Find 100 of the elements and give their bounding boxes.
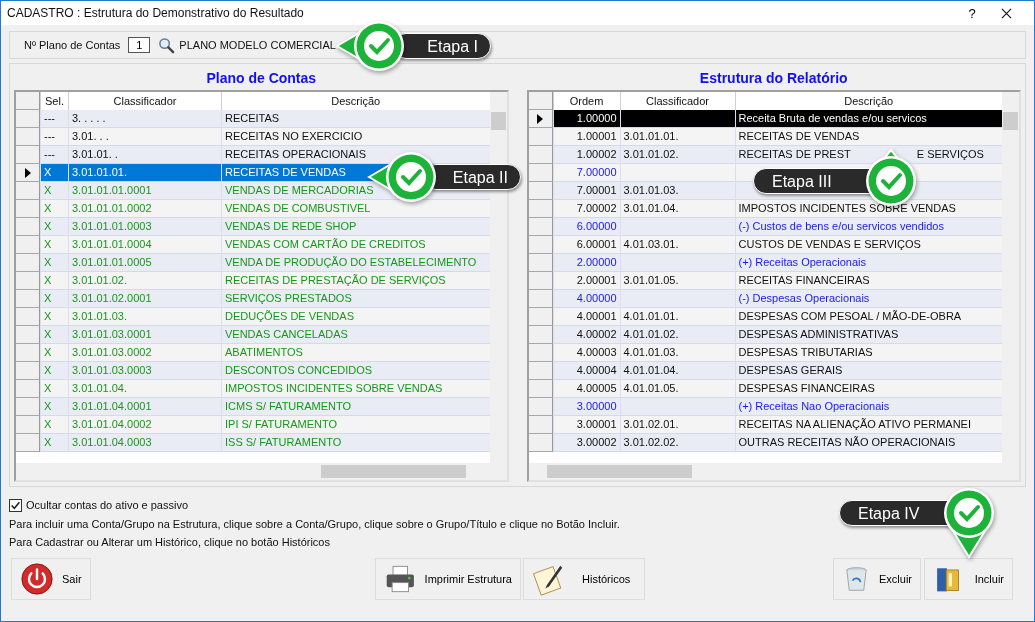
table-cell: DESPESAS COM PESOAL / MÃO-DE-OBRA xyxy=(734,308,1002,326)
table-cell: DESCONTOS CONCEDIDOS xyxy=(221,362,490,380)
table-cell: 4.00000 xyxy=(552,290,620,308)
table-cell: 3.01.01.02. xyxy=(68,272,221,290)
delete-button[interactable]: Excluir xyxy=(833,558,921,600)
table-cell: 2.00000 xyxy=(552,254,620,272)
close-icon[interactable] xyxy=(1001,7,1012,19)
table-cell: X xyxy=(40,434,68,452)
table-cell: 3.01.01.03. xyxy=(619,182,735,200)
table-cell: 3.01.02.02. xyxy=(619,434,735,452)
table-cell: VENDAS DE COMBUSTIVEL xyxy=(221,200,490,218)
table-cell: 3.01.01.03.0003 xyxy=(68,362,221,380)
print-button[interactable]: Imprimir Estrutura xyxy=(375,558,521,600)
table-cell: ISS S/ FATURAMENTO xyxy=(221,434,490,452)
table-cell: (-) Custos de bens e/ou servicos vendidos xyxy=(734,218,1002,236)
table-cell: X xyxy=(40,362,68,380)
table-cell: DESPESAS GERAIS xyxy=(734,362,1002,380)
table-cell: 3.00002 xyxy=(552,434,620,452)
table-cell: VENDAS CANCELADAS xyxy=(221,326,490,344)
check-icon xyxy=(10,499,21,511)
table-cell: 3.00001 xyxy=(552,416,620,434)
table-cell: 4.01.01.02. xyxy=(619,326,735,344)
table-cell: 3.01.01.04.0002 xyxy=(68,416,221,434)
plan-name: PLANO MODELO COMERCIAL xyxy=(179,39,336,51)
table-cell: 3.01.02.01. xyxy=(619,416,735,434)
table-cell: 1.00001 xyxy=(552,128,620,146)
table-cell: DESPESAS ADMINISTRATIVAS xyxy=(734,326,1002,344)
table-cell: 3.01.01.01. xyxy=(68,164,221,182)
search-icon[interactable] xyxy=(158,36,176,54)
help-text: Para incluir uma Conta/Grupo na Estrutura, clique sobre a Conta/Grupo, clique sobre o Grupo/Título e clique no Botão Incluir. xyxy=(9,517,621,531)
table-cell: 4.01.01.04. xyxy=(619,362,735,380)
table-cell: X xyxy=(40,416,68,434)
table-cell: 4.01.01.05. xyxy=(619,380,735,398)
table-cell: DEDUÇÕES DE VENDAS xyxy=(221,308,490,326)
table-cell: X xyxy=(40,344,68,362)
table-cell: ABATIMENTOS xyxy=(221,344,490,362)
table-cell: 7.00000 xyxy=(552,164,620,182)
add-button[interactable]: Incluir xyxy=(924,558,1013,600)
row-selector[interactable] xyxy=(528,110,553,128)
table-cell: 3.01.01.01. xyxy=(619,128,735,146)
table-cell: RECEITAS DE VENDAS xyxy=(734,128,1002,146)
window-title: CADASTRO : Estrutura do Demonstrativo do Resultado xyxy=(7,6,305,20)
table-cell: RECEITAS DE PRESTAÇÃO DE SERVIÇOS xyxy=(221,272,490,290)
table-cell: --- xyxy=(40,128,68,146)
table-cell: 1.00000 xyxy=(552,110,620,128)
horizontal-scrollbar[interactable] xyxy=(528,463,1019,480)
table-cell: 3.01.01.04. xyxy=(619,200,735,218)
history-button[interactable]: Históricos xyxy=(523,558,645,600)
table-cell: RECEITAS NA ALIENAÇÃO ATIVO PERMANEI xyxy=(734,416,1002,434)
table-cell: (+) Receitas Operacionais xyxy=(734,254,1002,272)
row-selector[interactable] xyxy=(16,164,40,182)
table-cell: 3.01.01.03. xyxy=(68,308,221,326)
table-cell: X xyxy=(40,326,68,344)
table-cell: VENDAS COM CARTÃO DE CREDITOS xyxy=(221,236,490,254)
table-cell: 3.01.01.04. xyxy=(68,380,221,398)
exit-button[interactable]: Sair xyxy=(11,558,91,600)
vertical-scrollbar[interactable] xyxy=(1002,92,1019,463)
cell-text: RECEITAS DE PREST xyxy=(738,147,851,162)
cell-text: E SERVIÇOS xyxy=(916,147,984,162)
table-cell: SERVIÇOS PRESTADOS xyxy=(221,290,490,308)
table-cell: IPI S/ FATURAMENTO xyxy=(221,416,490,434)
table-cell: X xyxy=(40,290,68,308)
table-cell: 1.00002 xyxy=(552,146,620,164)
table-cell: 4.00005 xyxy=(552,380,620,398)
table-cell: 3.01.01. . xyxy=(68,146,221,164)
plan-number-field[interactable]: 1 xyxy=(128,37,151,53)
table-cell: 3.01.01.01.0002 xyxy=(68,200,221,218)
power-icon xyxy=(20,562,54,596)
table-cell: 3.01.01.01.0005 xyxy=(68,254,221,272)
table-cell: Receita Bruta de vendas e/ou servicos xyxy=(734,110,1002,128)
checkbox-label: Ocultar contas do ativo e passivo xyxy=(26,499,189,511)
table-cell: 7.00001 xyxy=(552,182,620,200)
table-cell: 6.00001 xyxy=(552,236,620,254)
table-cell: --- xyxy=(40,110,68,128)
table-cell: X xyxy=(40,380,68,398)
table-cell: RECEITAS NO EXERCICIO xyxy=(221,128,490,146)
grid-title: Plano de Contas xyxy=(205,69,318,88)
table-cell: IMPOSTOS INCIDENTES SOBRE VENDAS xyxy=(221,380,490,398)
horizontal-scrollbar[interactable] xyxy=(16,463,507,480)
checkbox[interactable] xyxy=(9,498,22,512)
table-cell: 4.00004 xyxy=(552,362,620,380)
row-pointer-icon xyxy=(537,113,543,124)
table-cell: 3.01.01.05. xyxy=(619,272,735,290)
help-text: Para Cadastrar ou Alterar um Histórico, clique no botão Históricos xyxy=(9,535,331,549)
grid-title: Estrutura do Relatório xyxy=(698,69,849,88)
table-cell: 2.00001 xyxy=(552,272,620,290)
table-cell: 4.01.03.01. xyxy=(619,236,735,254)
table-cell: RECEITAS xyxy=(221,110,490,128)
table-cell: X xyxy=(40,272,68,290)
help-button[interactable]: ? xyxy=(957,4,987,22)
table-cell: X xyxy=(40,200,68,218)
table-cell: VENDAS DE REDE SHOP xyxy=(221,218,490,236)
table-cell: 6.00000 xyxy=(552,218,620,236)
table-cell: OUTRAS RECEITAS NÃO OPERACIONAIS xyxy=(734,434,1002,452)
table-cell: (+) Receitas Nao Operacionais xyxy=(734,398,1002,416)
table-cell: VENDA DE PRODUÇÃO DO ESTABELECIMENTO xyxy=(221,254,490,272)
table-cell: 4.00003 xyxy=(552,344,620,362)
table-cell: X xyxy=(40,236,68,254)
table-cell: 3.01.01.03.0002 xyxy=(68,344,221,362)
table-cell: 3.01.01.01.0003 xyxy=(68,218,221,236)
